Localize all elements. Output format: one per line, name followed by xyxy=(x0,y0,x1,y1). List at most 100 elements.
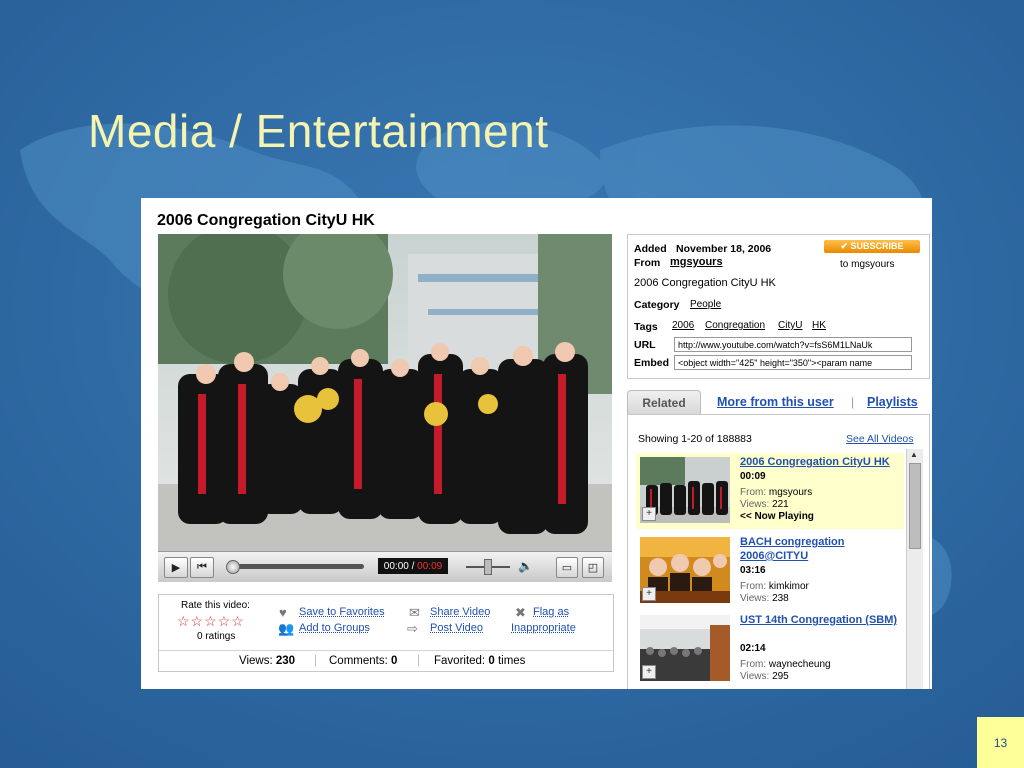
tab-playlists[interactable]: Playlists xyxy=(867,395,918,409)
related-scrollbar[interactable]: ▲ xyxy=(906,449,923,689)
screen-icon[interactable]: ▭ xyxy=(556,557,578,578)
favorited-stat: Favorited: 0 times xyxy=(434,655,525,667)
tab-more-from-user[interactable]: More from this user xyxy=(717,395,834,409)
showing-count: Showing 1-20 of 188883 xyxy=(638,433,752,445)
related-video-duration: 02:14 xyxy=(740,643,766,654)
favorited-label: Favorited: xyxy=(434,655,486,667)
video-description: 2006 Congregation CityU HK xyxy=(634,277,776,289)
progress-handle[interactable] xyxy=(226,560,240,574)
related-video-from: From: mgsyours xyxy=(740,487,812,498)
time-separator: / xyxy=(408,560,418,572)
favorited-suffix: times xyxy=(497,655,526,667)
related-video-duration: 03:16 xyxy=(740,565,766,576)
video-thumbnail[interactable]: + xyxy=(640,615,730,681)
related-video-views: Views: 221 xyxy=(740,499,789,510)
related-video-item[interactable]: + BACH congregation 2006@CITYU 03:16 Fro… xyxy=(636,533,904,609)
rating-stars[interactable]: ☆☆☆☆☆ xyxy=(177,613,245,630)
views-label: Views: xyxy=(740,499,770,510)
uploader-link[interactable]: mgsyours xyxy=(670,256,723,268)
embed-field[interactable]: <object width="425" height="350"><param … xyxy=(674,355,912,370)
related-video-uploader[interactable]: waynecheung xyxy=(769,659,831,670)
stats-bar: Views: 230 | Comments: 0 | Favorited: 0 … xyxy=(159,650,613,672)
related-video-uploader[interactable]: kimkimor xyxy=(769,581,809,592)
related-video-views: Views: 238 xyxy=(740,593,789,604)
page-number: 13 xyxy=(977,717,1024,768)
views-label: Views: xyxy=(740,593,770,604)
player-controls: ▶ ⏮ 00:00 / 00:09 🔈 ▭ ◰ xyxy=(158,551,612,582)
post-video-link[interactable]: Post Video xyxy=(430,622,483,634)
added-date: November 18, 2006 xyxy=(676,243,772,255)
video-thumbnail[interactable]: + xyxy=(640,537,730,603)
related-video-title[interactable]: 2006 Congregation CityU HK xyxy=(740,455,905,469)
play-icon[interactable]: ▶ xyxy=(164,557,188,578)
related-video-title[interactable]: BACH congregation 2006@CITYU xyxy=(740,535,905,563)
added-label: Added xyxy=(634,243,667,255)
add-to-quicklist-icon[interactable]: + xyxy=(642,507,656,521)
tab-separator: | xyxy=(851,395,855,409)
time-current: 00:00 xyxy=(383,560,409,572)
fullscreen-icon[interactable]: ◰ xyxy=(582,557,604,578)
see-all-videos-link[interactable]: See All Videos xyxy=(846,433,914,445)
youtube-screenshot: 2006 Congregation CityU HK ▶ ⏮ 00:00 / 0… xyxy=(141,198,932,689)
views-count: 238 xyxy=(772,593,789,604)
now-playing-label: << Now Playing xyxy=(740,511,814,522)
from-label: From: xyxy=(740,581,767,592)
stats-separator: | xyxy=(417,655,420,667)
tag-link[interactable]: CityU xyxy=(778,320,802,331)
add-to-quicklist-icon[interactable]: + xyxy=(642,587,656,601)
related-video-title[interactable]: UST 14th Congregation (SBM) xyxy=(740,613,905,627)
from-label: From: xyxy=(740,487,767,498)
video-frame-graduation-photo xyxy=(158,234,612,554)
time-display: 00:00 / 00:09 xyxy=(378,558,448,574)
add-to-groups-link[interactable]: Add to Groups xyxy=(299,622,370,634)
related-video-item[interactable]: + 2006 Congregation CityU HK 00:09 From:… xyxy=(636,453,904,529)
favorited-value: 0 xyxy=(488,655,495,667)
flag-as-link[interactable]: Flag as xyxy=(533,606,569,618)
share-video-link[interactable]: Share Video xyxy=(430,606,490,618)
video-thumbnail[interactable]: + xyxy=(640,457,730,523)
envelope-icon: ✉ xyxy=(409,605,420,620)
related-video-from: From: waynecheung xyxy=(740,659,831,670)
from-label: From: xyxy=(740,659,767,670)
embed-label: Embed xyxy=(634,357,670,369)
views-count: 295 xyxy=(772,671,789,682)
views-label: Views: xyxy=(239,655,273,667)
scroll-thumb[interactable] xyxy=(909,463,921,549)
tag-link[interactable]: Congregation xyxy=(705,320,765,331)
scroll-up-icon[interactable]: ▲ xyxy=(910,450,918,459)
views-label: Views: xyxy=(740,671,770,682)
inappropriate-link[interactable]: Inappropriate xyxy=(511,622,576,634)
video-title: 2006 Congregation CityU HK xyxy=(157,212,375,229)
post-arrow-icon: ⇨ xyxy=(407,621,418,636)
volume-handle[interactable] xyxy=(484,559,492,575)
time-duration: 00:09 xyxy=(417,560,443,572)
group-icon: 👥 xyxy=(278,621,295,636)
views-value: 230 xyxy=(275,655,296,667)
add-to-quicklist-icon[interactable]: + xyxy=(642,665,656,679)
from-label: From xyxy=(634,257,661,269)
speaker-icon[interactable]: 🔈 xyxy=(518,559,533,573)
ratings-count: 0 ratings xyxy=(197,631,236,642)
video-player[interactable] xyxy=(158,234,612,580)
category-link[interactable]: People xyxy=(690,299,721,310)
save-to-favorites-link[interactable]: Save to Favorites xyxy=(299,606,385,618)
tab-related[interactable]: Related xyxy=(627,390,701,415)
video-info-box: Added November 18, 2006 From mgsyours ✔ … xyxy=(627,234,930,379)
url-field[interactable]: http://www.youtube.com/watch?v=fsS6M1LNa… xyxy=(674,337,912,352)
rate-label: Rate this video: xyxy=(181,600,250,611)
tag-link[interactable]: HK xyxy=(812,320,826,331)
comments-label: Comments: xyxy=(329,655,388,667)
subscribe-button[interactable]: ✔ SUBSCRIBE xyxy=(824,240,920,253)
skip-back-icon[interactable]: ⏮ xyxy=(190,557,214,578)
related-video-views: Views: 295 xyxy=(740,671,789,682)
related-video-duration: 00:09 xyxy=(740,471,766,482)
category-label: Category xyxy=(634,299,680,311)
tags-label: Tags xyxy=(634,321,658,333)
related-video-from: From: kimkimor xyxy=(740,581,809,592)
rating-panel: Rate this video: ☆☆☆☆☆ 0 ratings ♥ Save … xyxy=(158,594,614,672)
related-video-uploader[interactable]: mgsyours xyxy=(769,487,812,498)
tag-link[interactable]: 2006 xyxy=(672,320,694,331)
related-video-item[interactable]: + UST 14th Congregation (SBM) 02:14 From… xyxy=(636,611,904,687)
progress-bar[interactable] xyxy=(232,564,364,569)
flag-x-icon: ✖ xyxy=(515,605,526,620)
